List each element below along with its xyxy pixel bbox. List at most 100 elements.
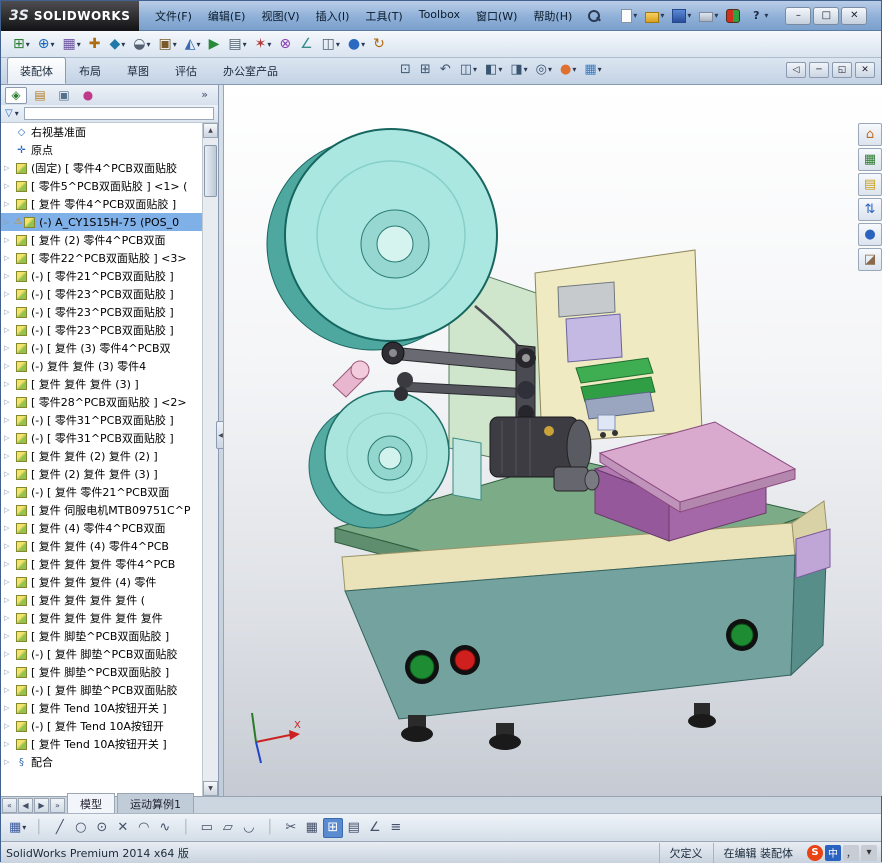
prev-tab-button[interactable]: ◀ <box>18 798 33 813</box>
tree-item[interactable]: ◇ 右视基准面 <box>1 123 202 141</box>
tree-item[interactable]: ▷ [ 复件 复件 (2) 复件 (2) ] <box>1 447 202 465</box>
expand-arrow-icon[interactable]: ▷ <box>4 452 14 460</box>
study-tab[interactable]: 模型 <box>67 793 115 813</box>
tree-item[interactable]: ✛ 原点 <box>1 141 202 159</box>
last-tab-button[interactable]: » <box>50 798 65 813</box>
expand-arrow-icon[interactable]: ▷ <box>4 272 14 280</box>
tree-item[interactable]: ▷ [ 复件 伺服电机MTB09751C^P <box>1 501 202 519</box>
doc-prev-icon[interactable]: ◁ <box>786 62 806 78</box>
expand-arrow-icon[interactable]: ▷ <box>4 200 14 208</box>
tree-item[interactable]: ▷ (-) [ 零件23^PCB双面贴胶 ] <box>1 303 202 321</box>
tree-item[interactable]: ▷ [ 复件 零件4^PCB双面贴胶 ] <box>1 195 202 213</box>
tree-item[interactable]: ▷ ⚠ (-) A_CY1S15H-75 (POS_0 <box>1 213 202 231</box>
move-component-icon[interactable]: ◆ ▾ <box>105 35 129 53</box>
print-icon[interactable]: ▾ <box>696 7 721 24</box>
menu-item[interactable]: 文件(F) <box>147 3 200 29</box>
expand-arrow-icon[interactable]: ▷ <box>4 488 14 496</box>
help-icon[interactable]: ? ▾ <box>746 7 771 25</box>
tree-item[interactable]: ▷ (固定) [ 零件4^PCB双面贴胶 <box>1 159 202 177</box>
assembly-features-icon[interactable]: ▣ ▾ <box>155 35 181 53</box>
erase-tool-icon[interactable]: ✕ <box>113 818 133 838</box>
tree-item[interactable]: ▷ [ 复件 复件 (4) 零件4^PCB <box>1 537 202 555</box>
tree-item[interactable]: ▷ [ 复件 (2) 复件 复件 (3) ] <box>1 465 202 483</box>
interference-check-icon[interactable]: ⊗ <box>275 35 296 53</box>
doc-close-icon[interactable]: ✕ <box>855 62 875 78</box>
expand-arrow-icon[interactable]: ▷ <box>4 578 14 586</box>
expand-arrow-icon[interactable]: ▷ <box>4 740 14 748</box>
display-style-icon[interactable]: ◨ ▾ <box>507 60 530 79</box>
doc-minimize-icon[interactable]: ─ <box>809 62 829 78</box>
appearances-scenes-icon[interactable]: ● <box>858 223 882 246</box>
expand-arrow-icon[interactable]: ▷ <box>4 254 14 262</box>
scroll-thumb[interactable] <box>204 145 217 197</box>
menu-item[interactable]: 工具(T) <box>357 3 410 29</box>
arc3-tool-icon[interactable]: ◡ <box>239 818 259 838</box>
tree-scrollbar[interactable]: ▲ ▼ <box>202 123 218 796</box>
expand-arrow-icon[interactable]: ▷ <box>4 524 14 532</box>
angle-tool-icon[interactable]: ∠ <box>365 818 385 838</box>
expand-arrow-icon[interactable]: ▷ <box>4 218 14 226</box>
zoom-area-icon[interactable]: ⊞ <box>417 60 435 79</box>
hide-show-items-icon[interactable]: ◎ ▾ <box>533 60 555 79</box>
commandmanager-tab[interactable]: 评估 <box>162 57 210 84</box>
expand-arrow-icon[interactable]: ▷ <box>4 236 14 244</box>
component-pattern-icon[interactable]: ▦ ▾ <box>59 35 85 53</box>
expand-arrow-icon[interactable]: ▷ <box>4 344 14 352</box>
tree-item[interactable]: ▷ (-) [ 零件23^PCB双面贴胶 ] <box>1 321 202 339</box>
expand-arrow-icon[interactable]: ▷ <box>4 704 14 712</box>
tree-item[interactable]: ▷ (-) [ 复件 零件21^PCB双面 <box>1 483 202 501</box>
menu-item[interactable]: 插入(I) <box>308 3 358 29</box>
expand-arrow-icon[interactable]: ▷ <box>4 182 14 190</box>
edit-appearance-icon[interactable]: ● ▾ <box>557 60 579 79</box>
reference-geometry-icon[interactable]: ◭ ▾ <box>181 35 205 53</box>
configurationmanager-tab[interactable]: ▣ <box>53 87 75 104</box>
doc-restore-icon[interactable]: ◱ <box>832 62 852 78</box>
expand-arrow-icon[interactable]: ▷ <box>4 164 14 172</box>
tree-item[interactable]: ▷ (-) [ 零件31^PCB双面贴胶 ] <box>1 411 202 429</box>
expand-arrow-icon[interactable]: ▷ <box>4 290 14 298</box>
commandmanager-tab[interactable]: 布局 <box>66 57 114 84</box>
perimeter-circle-icon[interactable]: ⊙ <box>92 818 112 838</box>
tree-item[interactable]: ▷ § 配合 <box>1 753 202 771</box>
displaymanager-tab[interactable]: ● <box>77 87 99 104</box>
tree-item[interactable]: ▷ [ 零件5^PCB双面贴胶 ] <1> ( <box>1 177 202 195</box>
expand-arrow-icon[interactable]: ▷ <box>4 668 14 676</box>
maximize-button[interactable]: □ <box>813 6 840 25</box>
next-tab-button[interactable]: ▶ <box>34 798 49 813</box>
tree-item[interactable]: ▷ [ 复件 脚垫^PCB双面贴胶 ] <box>1 663 202 681</box>
tree-item[interactable]: ▷ [ 复件 Tend 10A按钮开关 ] <box>1 699 202 717</box>
tree-item[interactable]: ▷ (-) [ 零件23^PCB双面贴胶 ] <box>1 285 202 303</box>
bom-icon[interactable]: ▤ ▾ <box>224 35 250 53</box>
expand-arrow-icon[interactable]: ▷ <box>4 560 14 568</box>
expand-arrow-icon[interactable]: ▷ <box>4 614 14 622</box>
file-explorer-icon[interactable]: ▤ <box>858 173 882 196</box>
new-document-icon[interactable]: ▾ <box>618 7 640 25</box>
tree-item[interactable]: ▷ (-) [ 零件31^PCB双面贴胶 ] <box>1 429 202 447</box>
tree-item[interactable]: ▷ [ 复件 复件 复件 (4) 零件 <box>1 573 202 591</box>
addins-icon[interactable] <box>723 7 744 25</box>
section-view-icon[interactable]: ◫ ▾ <box>457 60 480 79</box>
tree-item[interactable]: ▷ (-) [ 复件 脚垫^PCB双面贴胶 <box>1 645 202 663</box>
featuremanager-tab[interactable]: ◈ <box>5 86 27 104</box>
commandmanager-tab[interactable]: 办公室产品 <box>210 57 291 84</box>
grid-toggle-icon[interactable]: ⊞ <box>323 817 344 838</box>
line-tool-icon[interactable]: ╱ <box>50 818 70 838</box>
minimize-button[interactable]: – <box>785 6 812 25</box>
expand-arrow-icon[interactable]: ▷ <box>4 542 14 550</box>
insert-component-icon[interactable]: ⊞ ▾ <box>9 35 34 53</box>
ime-punct-icon[interactable]: ， <box>843 844 859 861</box>
appearances-icon[interactable]: ● ▾ <box>344 35 369 53</box>
units-icon[interactable]: ▤ <box>344 818 364 838</box>
expand-arrow-icon[interactable]: ▷ <box>4 416 14 424</box>
smart-fasteners-icon[interactable]: ✚ <box>85 35 106 53</box>
menu-item[interactable]: 视图(V) <box>253 3 307 29</box>
motion-study-icon[interactable]: ▶ <box>205 35 225 53</box>
expand-arrow-icon[interactable]: ▷ <box>4 380 14 388</box>
tree-item[interactable]: ▷ (-) [ 复件 脚垫^PCB双面贴胶 <box>1 681 202 699</box>
tree-item[interactable]: ▷ [ 复件 复件 复件 零件4^PCB <box>1 555 202 573</box>
first-tab-button[interactable]: « <box>2 798 17 813</box>
menu-item[interactable]: 帮助(H) <box>525 3 580 29</box>
trim-tool-icon[interactable]: ✂ <box>281 818 301 838</box>
tree-item[interactable]: ▷ [ 复件 Tend 10A按钮开关 ] <box>1 735 202 753</box>
filter-caret[interactable]: ▾ <box>15 109 19 118</box>
